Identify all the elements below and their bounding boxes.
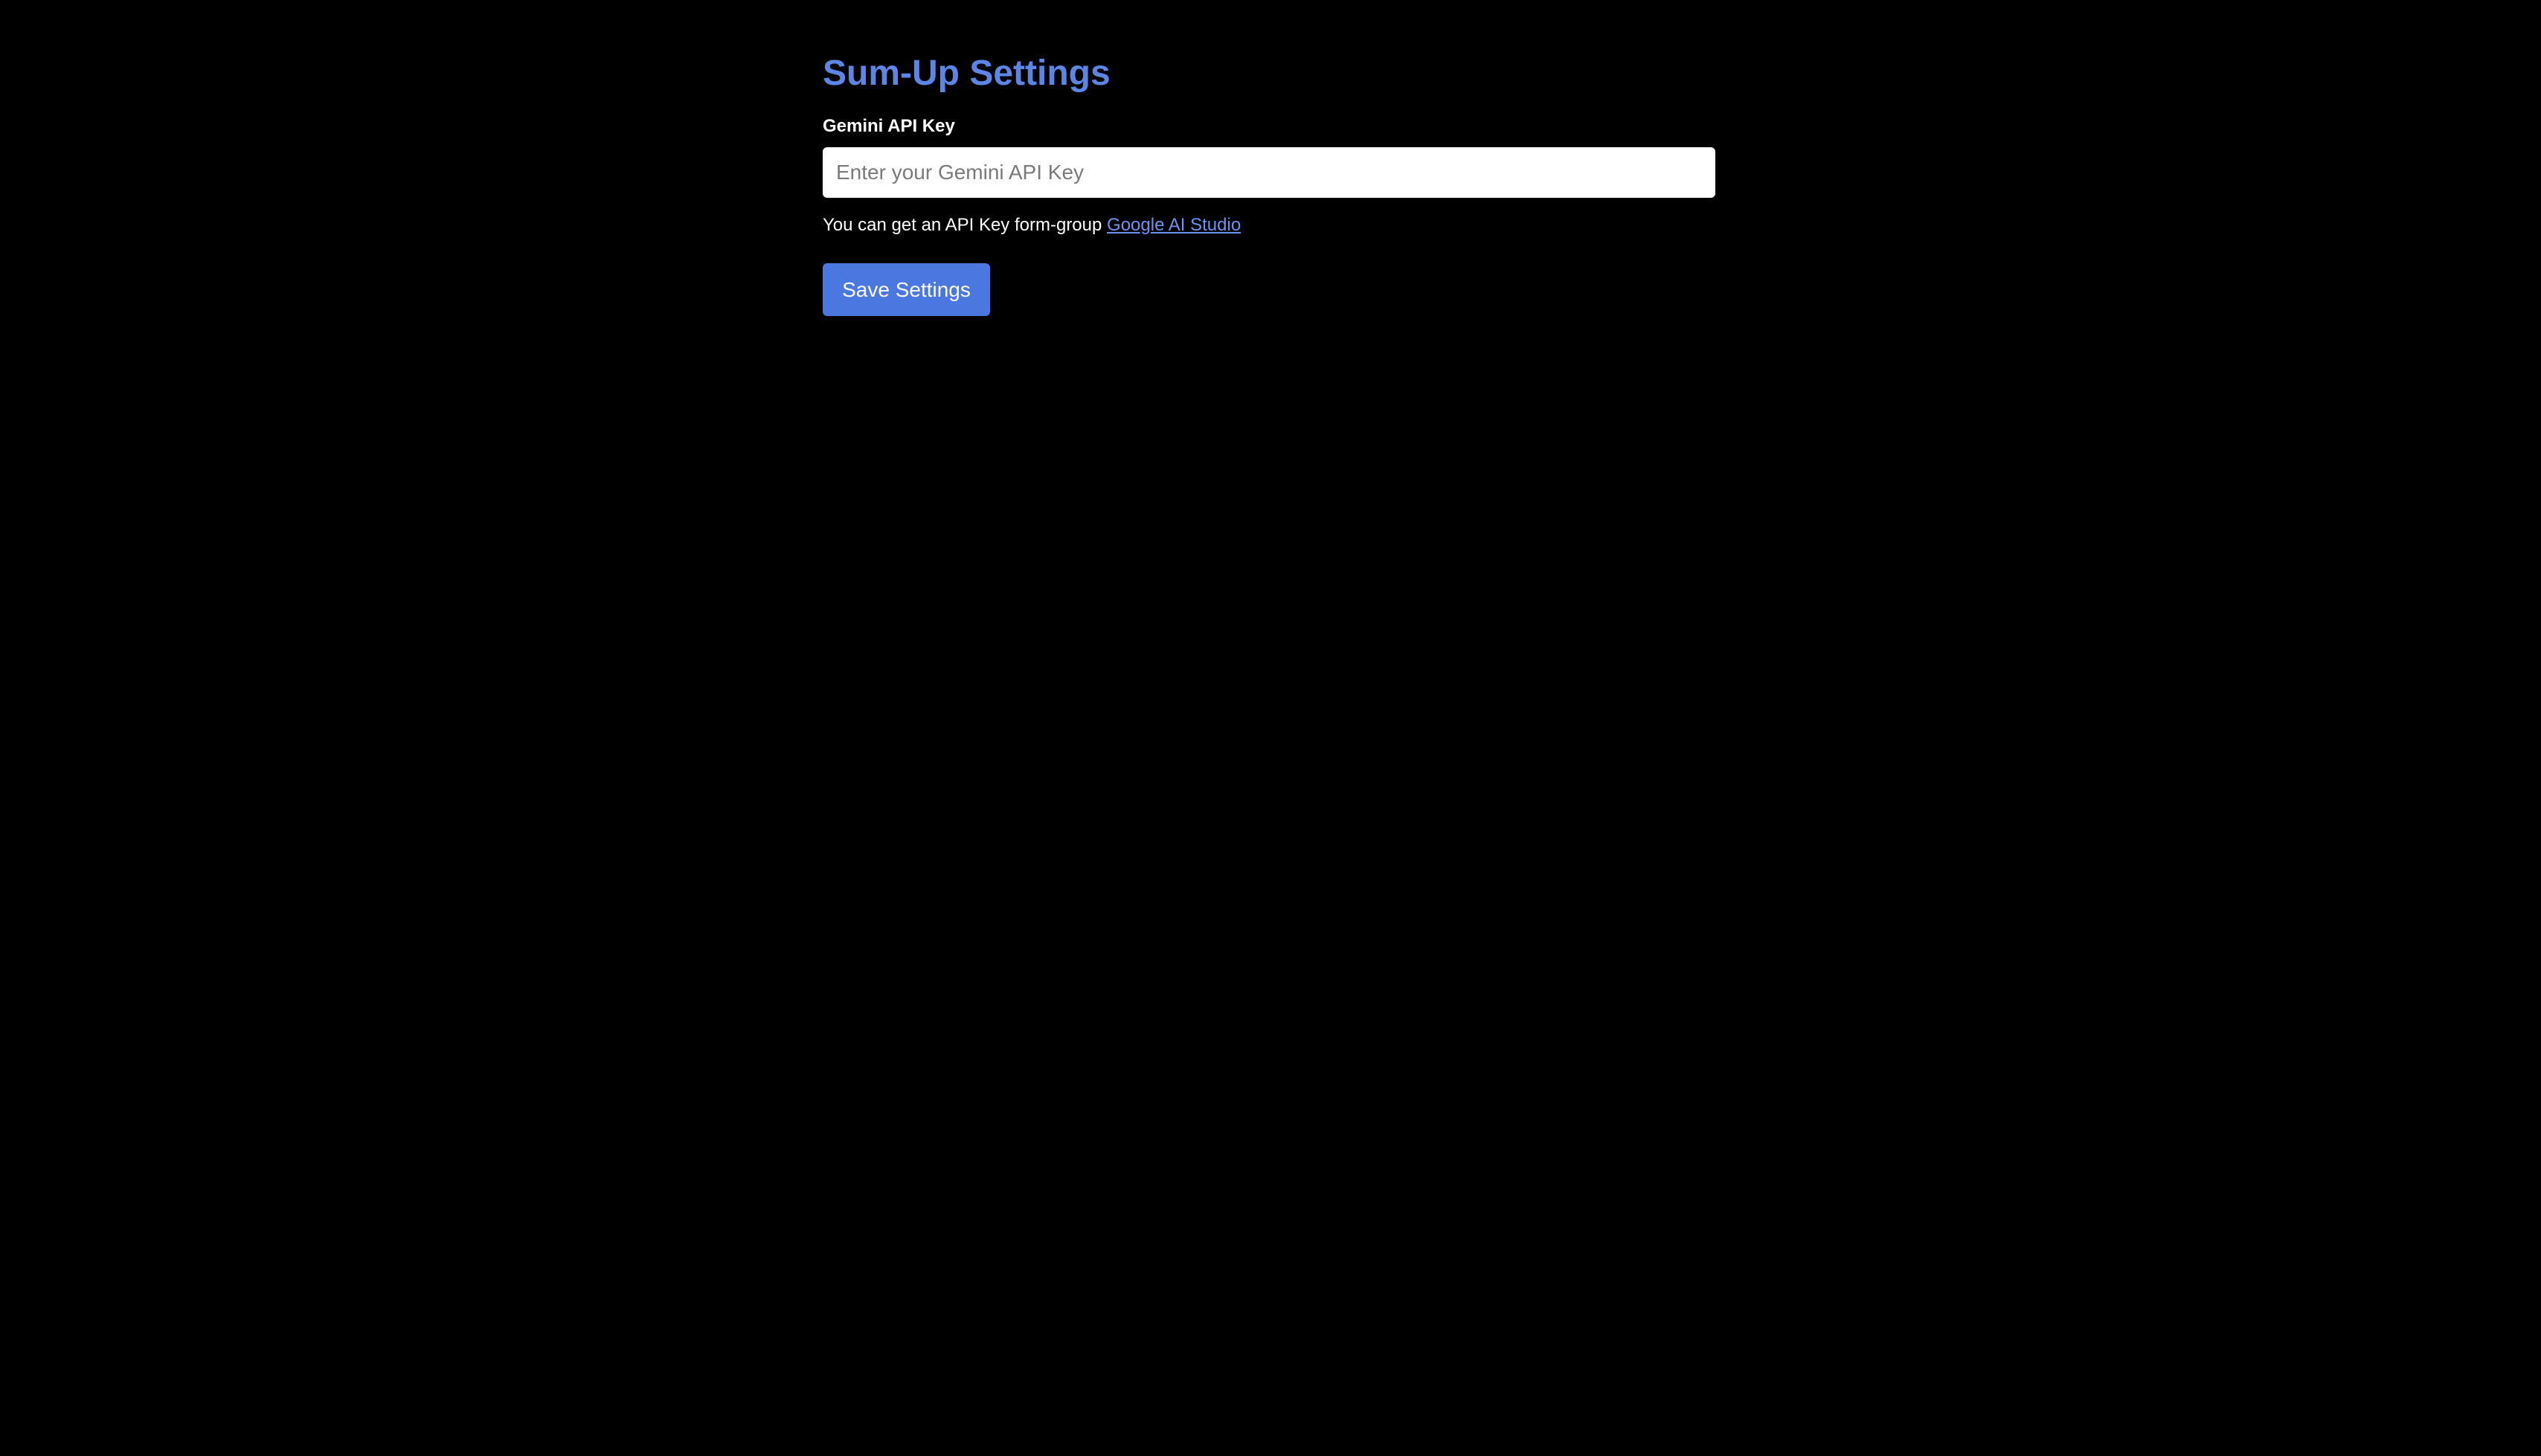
save-settings-button[interactable]: Save Settings (823, 263, 990, 316)
api-key-help-text: You can get an API Key form-group Google… (823, 214, 1715, 236)
api-key-label: Gemini API Key (823, 116, 955, 136)
google-ai-studio-link[interactable]: Google AI Studio (1107, 215, 1241, 235)
page-title: Sum-Up Settings (823, 54, 1111, 93)
api-key-input[interactable] (823, 147, 1715, 198)
help-text-label: You can get an API Key form-group (823, 215, 1102, 235)
settings-container: Sum-Up Settings Gemini API Key You can g… (823, 49, 1715, 316)
api-key-form-group: Gemini API Key You can get an API Key fo… (823, 116, 1715, 236)
